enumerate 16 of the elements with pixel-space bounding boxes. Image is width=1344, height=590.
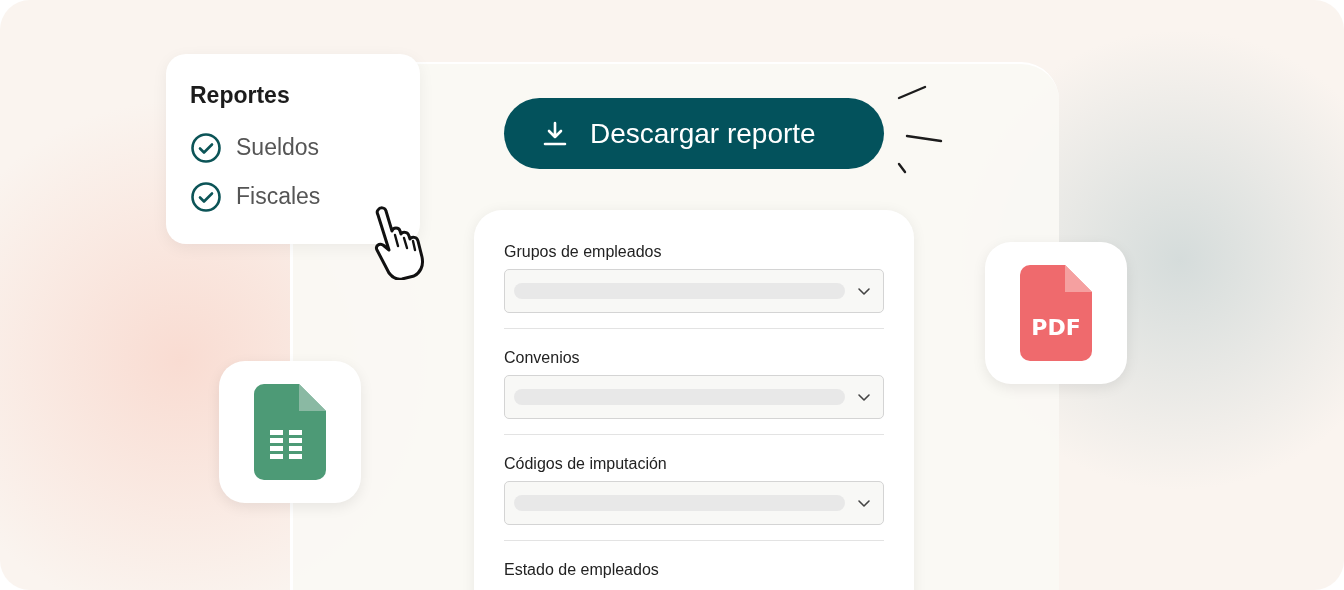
dropdown-field[interactable] <box>504 375 884 419</box>
download-icon <box>542 120 568 147</box>
card-title: Reportes <box>190 82 291 109</box>
report-option-label: Sueldos <box>236 134 320 161</box>
check-circle-icon[interactable] <box>190 180 222 213</box>
download-report-button[interactable]: Descargar reporte <box>504 98 884 169</box>
pdf-file-icon: PDF <box>1020 265 1092 361</box>
check-circle-icon[interactable] <box>190 131 222 164</box>
spreadsheet-file-icon <box>254 384 326 480</box>
dropdown-field[interactable] <box>504 481 884 525</box>
report-option-label: Fiscales <box>236 183 321 210</box>
field-label: Estado de empleados <box>504 560 660 580</box>
field-label: Códigos de imputación <box>504 454 668 474</box>
dropdown-field[interactable] <box>504 269 884 313</box>
field-label: Convenios <box>504 348 581 368</box>
field-label: Grupos de empleados <box>504 242 663 262</box>
